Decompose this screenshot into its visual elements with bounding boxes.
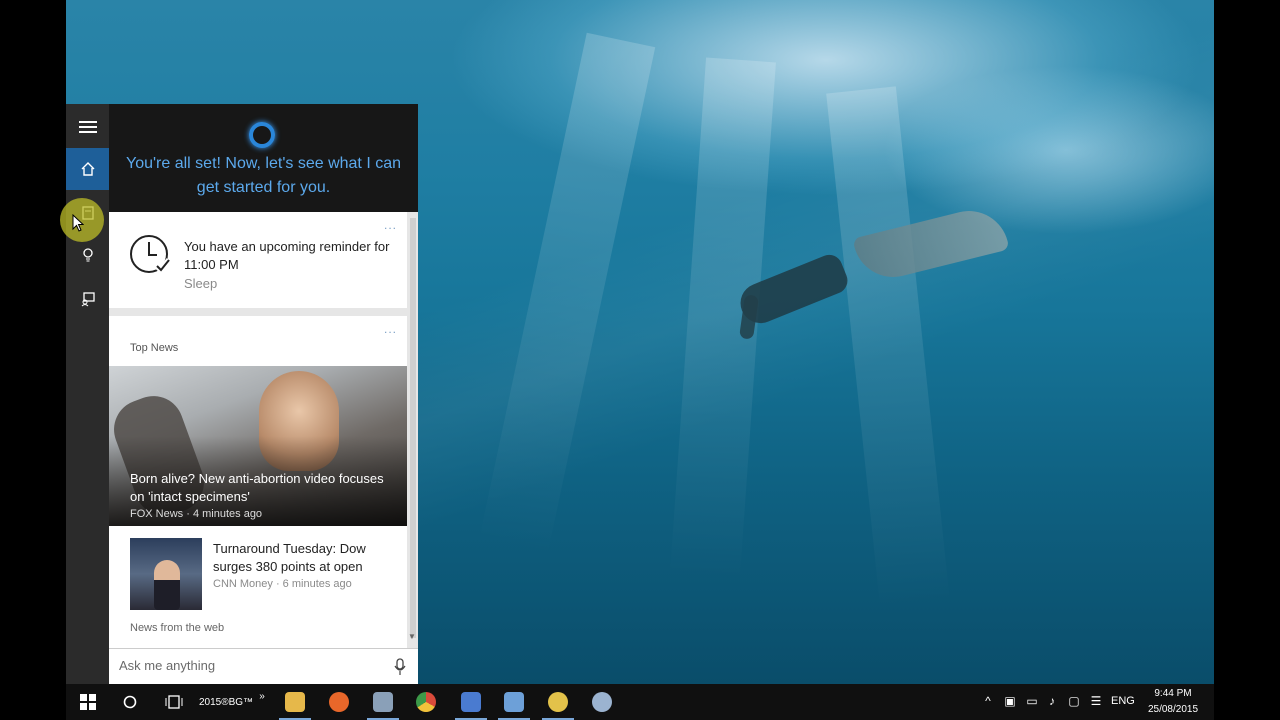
reminder-subtitle: Sleep [184,276,218,291]
news-card: ... Top News Born alive? New anti-aborti… [109,316,407,648]
browser-icon[interactable] [582,684,622,720]
toolbar-label[interactable]: 2015®BG™ [196,684,256,720]
clock-date: 25/08/2015 [1147,704,1199,715]
windows-start-icon[interactable] [74,684,102,720]
messenger-icon[interactable] [538,684,578,720]
volume-icon[interactable]: ♪ [1044,693,1060,709]
card-more-button[interactable]: ... [384,322,397,336]
card-more-button[interactable]: ... [384,218,397,232]
cortana-greeting: You're all set! Now, let's see what I ca… [126,155,401,196]
scroll-down-arrow[interactable]: ▼ [408,632,416,641]
feed-scrollbar[interactable] [410,218,416,638]
screen-left-border [0,0,66,684]
file-explorer-icon[interactable] [275,684,315,720]
cortana-header: You're all set! Now, let's see what I ca… [109,104,418,212]
top-story-source: FOX News · 4 minutes ago [130,508,263,520]
clock[interactable]: 9:44 PM 25/08/2015 [1142,686,1204,718]
feedback-icon[interactable] [66,278,109,320]
show-hidden-icons-chevron-icon[interactable]: ^ [980,693,996,709]
firefox-icon[interactable] [319,684,359,720]
news-section-label: Top News [130,342,179,354]
microphone-icon[interactable] [394,658,406,676]
cortana-panel: You're all set! Now, let's see what I ca… [66,104,418,684]
news-from-web-link[interactable]: News from the web [130,622,224,634]
mouse-cursor-icon [72,214,84,232]
top-story[interactable]: Born alive? New anti-abortion video focu… [109,366,407,526]
clock-time: 9:44 PM [1154,688,1192,699]
reminder-card[interactable]: ... You have an upcoming reminder for 11… [109,212,407,308]
chrome-icon[interactable] [406,684,446,720]
tray-app-icon[interactable]: ▣ [1002,693,1018,709]
power-icon[interactable]: ▭ [1024,693,1040,709]
cortana-ring-icon [249,122,275,148]
clock-reminder-icon [130,235,172,275]
cortana-feed: ... You have an upcoming reminder for 11… [109,212,418,648]
cortana-search-icon[interactable] [116,684,144,720]
top-story-headline: Born alive? New anti-abortion video focu… [130,471,384,504]
language-indicator[interactable]: ENG [1111,695,1135,707]
story-source: CNN Money · 6 minutes ago [213,578,352,590]
toolbar-overflow-button[interactable]: » [256,678,268,714]
taskbar: 2015®BG™ » ^ ▣ ▭ ♪ ▢ ☰ ENG 9:44 PM 25/08… [66,684,1214,720]
story-headline[interactable]: Turnaround Tuesday: Dow surges 380 point… [213,540,393,576]
paint-icon[interactable] [363,684,403,720]
network-tool-icon[interactable] [494,684,534,720]
screen-right-border [1214,0,1280,684]
cortana-nav-rail [66,104,109,684]
hamburger-icon[interactable] [66,106,109,148]
remote-desktop-icon[interactable] [451,684,491,720]
action-center-icon[interactable]: ☰ [1088,693,1104,709]
story-thumbnail[interactable] [130,538,202,610]
home-icon[interactable] [66,148,109,190]
network-icon[interactable]: ▢ [1066,693,1082,709]
search-input[interactable] [119,658,379,673]
reminder-text: You have an upcoming reminder for 11:00 … [184,239,390,272]
task-view-icon[interactable] [160,684,188,720]
